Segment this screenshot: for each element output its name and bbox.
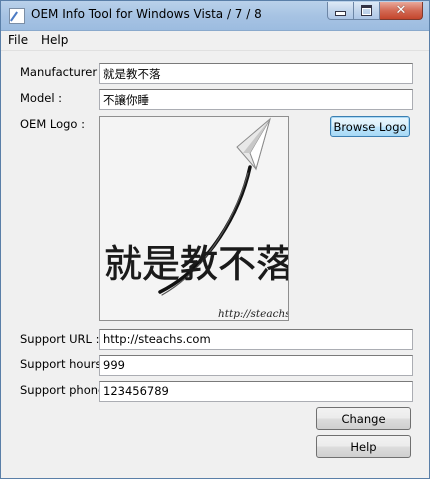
menu-bar: File Help — [1, 31, 429, 51]
minimize-icon — [335, 11, 346, 16]
model-field[interactable]: 不讓你睡 — [99, 89, 413, 110]
logo-url-text: http://steachs.com — [218, 308, 288, 320]
support-hours-field[interactable]: 999 — [99, 355, 413, 376]
oem-logo-label: OEM Logo : — [20, 117, 86, 131]
manufacturer-label: Manufacturer : — [20, 65, 105, 79]
title-bar[interactable]: OEM Info Tool for Windows Vista / 7 / 8 … — [1, 1, 429, 31]
menu-file[interactable]: File — [8, 33, 28, 47]
support-url-label: Support URL : — [20, 332, 100, 346]
browse-logo-button[interactable]: Browse Logo — [330, 116, 410, 137]
help-button[interactable]: Help — [316, 435, 411, 458]
oem-logo-image: 就是教不落 http://steachs.com — [99, 116, 289, 321]
support-phone-field[interactable]: 123456789 — [99, 381, 413, 402]
app-window: OEM Info Tool for Windows Vista / 7 / 8 … — [0, 0, 430, 479]
minimize-button[interactable] — [327, 2, 354, 20]
model-label: Model : — [20, 91, 63, 105]
support-hours-label: Support hours : — [20, 357, 109, 371]
close-icon: ✕ — [395, 3, 407, 18]
caption-buttons: ✕ — [327, 2, 423, 21]
close-button[interactable]: ✕ — [380, 2, 423, 20]
maximize-icon — [361, 5, 372, 16]
menu-help[interactable]: Help — [41, 33, 68, 47]
window-title: OEM Info Tool for Windows Vista / 7 / 8 — [31, 7, 262, 21]
app-icon — [9, 8, 25, 24]
change-button[interactable]: Change — [316, 407, 411, 430]
support-url-field[interactable]: http://steachs.com — [99, 329, 413, 350]
logo-text: 就是教不落 — [104, 242, 288, 286]
maximize-button[interactable] — [354, 2, 380, 20]
logo-graphic: 就是教不落 http://steachs.com — [100, 117, 288, 320]
manufacturer-field[interactable]: 就是教不落 — [99, 63, 413, 84]
